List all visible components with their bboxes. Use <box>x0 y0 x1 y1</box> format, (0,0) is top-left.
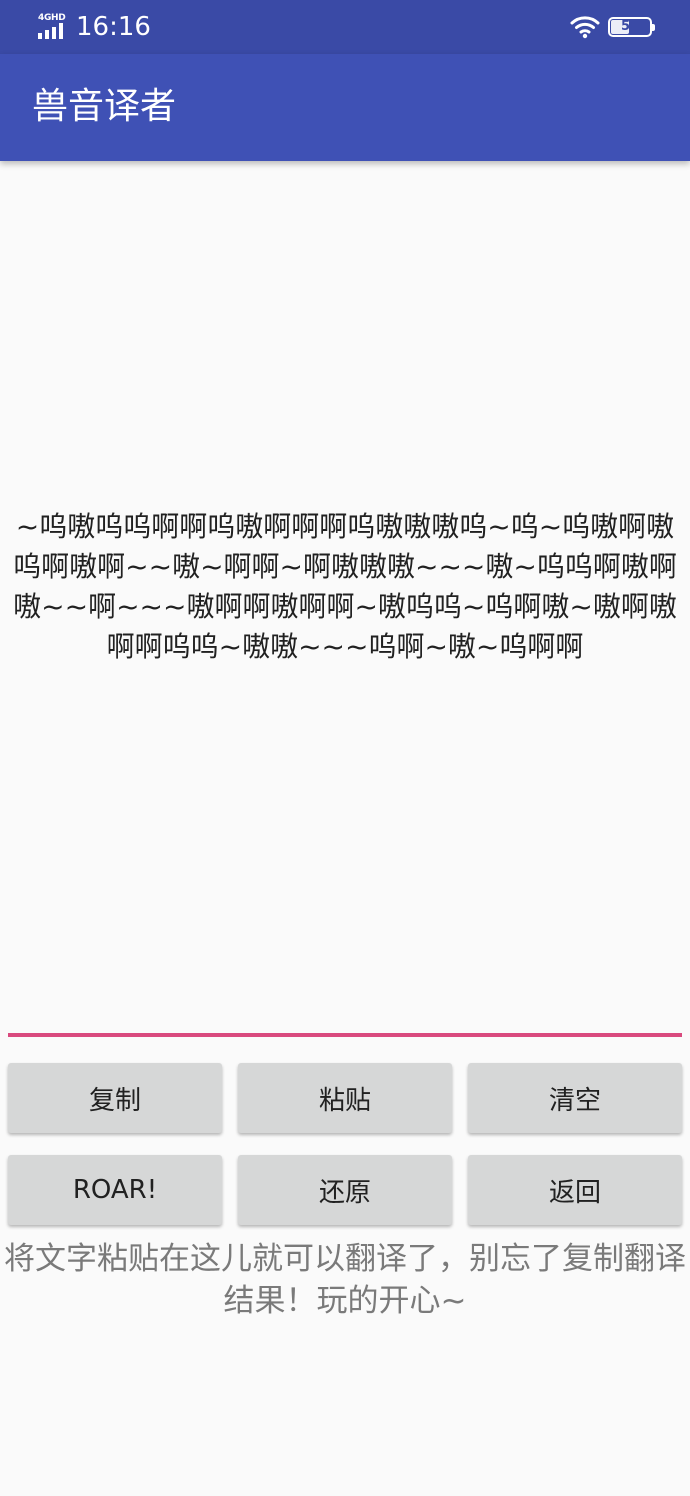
status-right: 51 <box>570 12 655 42</box>
clock: 16:16 <box>76 12 151 42</box>
translation-text: ~呜嗷呜呜啊啊呜嗷啊啊啊呜嗷嗷嗷呜~呜~呜嗷啊嗷呜啊嗷啊~~嗷~啊啊~啊嗷嗷嗷~… <box>13 510 677 663</box>
clear-button[interactable]: 清空 <box>468 1063 682 1133</box>
app-title: 兽音译者 <box>32 86 177 127</box>
signal-icon: 4GHD <box>38 13 68 41</box>
battery-percent: 51 <box>620 19 640 34</box>
paste-button[interactable]: 粘贴 <box>238 1063 452 1133</box>
restore-button[interactable]: 还原 <box>238 1155 452 1225</box>
wifi-icon <box>570 16 600 39</box>
hint-text: 将文字粘贴在这儿就可以翻译了，别忘了复制翻译结果！玩的开心~ <box>4 1241 686 1319</box>
app-bar: 兽音译者 <box>0 54 690 161</box>
status-left: 4GHD 16:16 <box>38 10 151 44</box>
roar-button[interactable]: ROAR! <box>8 1155 222 1225</box>
copy-button[interactable]: 复制 <box>8 1063 222 1133</box>
battery-icon: 51 <box>608 17 655 37</box>
back-button[interactable]: 返回 <box>468 1155 682 1225</box>
network-type-label: 4GHD <box>38 13 66 23</box>
battery-tip <box>652 24 655 31</box>
status-bar: 4GHD 16:16 51 <box>0 0 690 54</box>
translation-text-field[interactable]: ~呜嗷呜呜啊啊呜嗷啊啊啊呜嗷嗷嗷呜~呜~呜嗷啊嗷呜啊嗷啊~~嗷~啊啊~啊嗷嗷嗷~… <box>8 175 682 1037</box>
